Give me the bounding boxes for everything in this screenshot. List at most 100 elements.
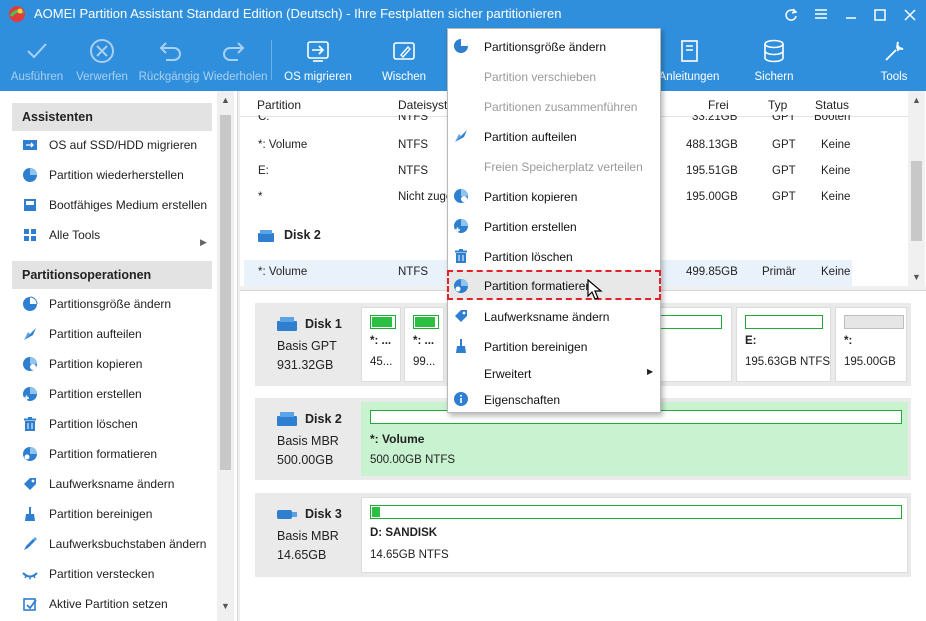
recover-icon [23, 168, 37, 182]
partition-block-unallocated[interactable]: *: 195.00GB [835, 307, 907, 382]
partition-name: *: ... [413, 335, 435, 347]
disk-kind: Basis MBR [277, 529, 339, 543]
resize-icon [23, 296, 38, 311]
nav-item-all-tools[interactable]: Alle Tools [20, 223, 210, 247]
minimize-button[interactable] [838, 4, 864, 26]
nav-item-create[interactable]: Partition erstellen [20, 382, 210, 406]
hamburger-menu-icon [815, 9, 827, 19]
redo-button[interactable]: Wiederholen [203, 30, 268, 88]
maximize-icon [874, 9, 886, 21]
nav-item-split[interactable]: Partition aufteilen [20, 322, 210, 346]
close-button[interactable] [897, 4, 923, 26]
usage-fill [415, 317, 435, 327]
scroll-down-icon[interactable]: ▼ [221, 601, 230, 611]
cell-free: 488.13GB [686, 139, 738, 151]
backup-icon [764, 39, 784, 63]
column-header-status[interactable]: Status [815, 98, 849, 112]
cell-filesystem: NTFS [398, 115, 429, 123]
menu-item-move[interactable]: Partition verschieben [448, 61, 660, 89]
nav-item-label: Partition löschen [49, 417, 138, 431]
tools-icon [885, 41, 904, 61]
scrollbar-thumb[interactable] [220, 115, 231, 470]
menu-item-rename-label[interactable]: Laufwerksname ändern [448, 301, 660, 329]
cell-filesystem: NTFS [398, 139, 429, 151]
disk-card-3[interactable]: Disk 3 Basis MBR 14.65GB D: SANDISK 14.6… [255, 493, 911, 577]
scrollbar-thumb[interactable] [911, 161, 922, 241]
tutorials-label: Anleitungen [658, 71, 720, 83]
column-header-free[interactable]: Frei [708, 98, 729, 112]
partition-block[interactable]: *: ... 45... [361, 307, 401, 382]
nav-item-set-active[interactable]: Aktive Partition setzen [20, 592, 210, 616]
menu-item-wipe[interactable]: Partition bereinigen [448, 331, 660, 359]
disk-size: 500.00GB [277, 453, 334, 467]
menu-item-merge[interactable]: Partitionen zusammenführen [448, 91, 660, 119]
chevron-right-icon: ▶ [200, 237, 207, 247]
tutorials-button[interactable]: Anleitungen [656, 30, 722, 88]
nav-item-label: Partition wiederherstellen [49, 168, 184, 182]
cell-free: 195.00GB [686, 191, 738, 203]
usage-bar [413, 315, 439, 329]
left-panel-scrollbar[interactable]: ▲ ▼ [217, 91, 234, 621]
partition-info: 195.63GB NTFS [745, 356, 831, 368]
menu-item-format[interactable]: Partition formatieren [447, 270, 661, 300]
drive-letter-icon [24, 537, 37, 550]
table-scrollbar[interactable]: ▲ ▼ [908, 91, 925, 286]
nav-item-recover-partition[interactable]: Partition wiederherstellen [20, 163, 210, 187]
nav-item-bootable-media[interactable]: Bootfähiges Medium erstellen [20, 193, 210, 217]
wipe-button[interactable]: Wischen [376, 30, 432, 88]
nav-item-format[interactable]: Partition formatieren [20, 442, 210, 466]
undo-icon [159, 42, 181, 61]
menu-item-delete[interactable]: Partition löschen [448, 241, 660, 269]
backup-button[interactable]: Sichern [744, 30, 804, 88]
column-header-filesystem[interactable]: Dateisyste [398, 98, 454, 112]
nav-item-drive-letter[interactable]: Laufwerksbuchstaben ändern [20, 532, 210, 556]
trash-icon [455, 249, 467, 263]
menu-item-label: Partition aufteilen [484, 130, 577, 144]
nav-item-wipe-partition[interactable]: Partition bereinigen [20, 502, 210, 526]
disk-icon [277, 317, 297, 331]
menu-item-split[interactable]: Partition aufteilen [448, 121, 660, 149]
menu-item-copy[interactable]: Partition kopieren [448, 181, 660, 209]
menu-item-advanced[interactable]: Erweitert ▶ [448, 358, 660, 386]
menu-item-label: Partition löschen [484, 250, 573, 264]
refresh-button[interactable] [778, 4, 804, 26]
nav-item-hide[interactable]: Partition verstecken [20, 562, 210, 586]
window-title: AOMEI Partition Assistant Standard Editi… [34, 6, 562, 21]
tools-button[interactable]: Tools [872, 30, 916, 88]
partition-block[interactable]: E: 195.63GB NTFS [736, 307, 831, 382]
disk-icon [258, 230, 274, 242]
cell-type: GPT [772, 191, 796, 203]
menu-item-properties[interactable]: Eigenschaften [448, 384, 660, 412]
menu-item-resize[interactable]: Partitionsgröße ändern [448, 31, 660, 59]
cell-free: 33.21GB [692, 115, 738, 123]
migrate-os-button[interactable]: OS migrieren [282, 30, 354, 88]
column-header-partition[interactable]: Partition [257, 98, 301, 112]
partition-block-selected[interactable]: *: Volume 500.00GB NTFS [361, 402, 908, 476]
usb-drive-icon [277, 510, 297, 519]
partition-info: 195.00GB [844, 356, 896, 368]
partition-block[interactable]: D: SANDISK 14.65GB NTFS [361, 497, 908, 573]
mouse-cursor-icon [587, 279, 603, 300]
menu-button[interactable] [808, 4, 834, 26]
nav-item-label: Partition erstellen [49, 387, 142, 401]
column-header-type[interactable]: Typ [768, 98, 787, 112]
nav-item-resize[interactable]: Partitionsgröße ändern [20, 292, 210, 316]
scroll-down-icon[interactable]: ▼ [912, 272, 921, 282]
menu-item-create[interactable]: Partition erstellen [448, 211, 660, 239]
nav-item-delete[interactable]: Partition löschen [20, 412, 210, 436]
menu-item-label: Partitionen zusammenführen [484, 100, 638, 114]
undo-button[interactable]: Rückgängig [136, 30, 202, 88]
menu-item-allocate-space[interactable]: Freien Speicherplatz verteilen [448, 151, 660, 179]
operations-section-title: Partitionsoperationen [12, 261, 212, 289]
cell-type: Primär [762, 266, 796, 278]
bootable-media-icon [24, 199, 36, 211]
apply-button[interactable]: Ausführen [6, 30, 68, 88]
scroll-up-icon[interactable]: ▲ [221, 95, 230, 105]
nav-item-rename-label[interactable]: Laufwerksname ändern [20, 472, 210, 496]
maximize-button[interactable] [867, 4, 893, 26]
discard-button[interactable]: Verwerfen [70, 30, 134, 88]
partition-block[interactable]: *: ... 99... [404, 307, 444, 382]
nav-item-migrate-os[interactable]: OS auf SSD/HDD migrieren [20, 133, 210, 157]
scroll-up-icon[interactable]: ▲ [912, 95, 921, 105]
nav-item-copy[interactable]: Partition kopieren [20, 352, 210, 376]
